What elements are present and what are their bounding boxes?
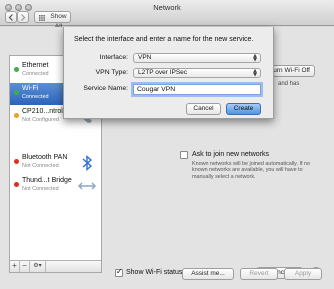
revert-button[interactable]: Revert [240, 268, 278, 280]
forward-button[interactable] [17, 11, 29, 23]
service-status: Connected [22, 71, 49, 77]
service-name-field[interactable]: Cougar VPN [133, 84, 261, 95]
ask-to-join-note: Known networks will be joined automatica… [192, 161, 310, 180]
vpn-type-popup[interactable]: L2TP over IPSec ▲ ▼ [133, 68, 261, 78]
ethernet-arrows-icon [78, 182, 96, 190]
apply-button[interactable]: Apply [284, 268, 322, 280]
show-all-button[interactable]: Show All [34, 11, 71, 30]
grid-icon [39, 13, 45, 21]
service-status: Not Connected [22, 186, 59, 192]
ask-to-join-checkbox[interactable] [180, 151, 188, 159]
service-thunderbolt-bridge[interactable]: Thund...t Bridge Not Connected [10, 175, 101, 197]
back-button[interactable] [5, 11, 17, 23]
updown-arrows-icon: ▲ ▼ [253, 68, 257, 78]
status-dot [14, 113, 19, 118]
service-name: Ethernet [22, 62, 49, 69]
service-name: Wi-Fi [22, 85, 39, 92]
status-dot [14, 182, 19, 187]
status-dot [14, 159, 19, 164]
service-bluetooth-pan[interactable]: Bluetooth PAN Not Connected [10, 152, 101, 174]
show-wifi-status-checkbox[interactable] [115, 267, 123, 277]
interface-label: Interface: [99, 54, 128, 61]
service-status: Not Configured [22, 117, 59, 123]
bluetooth-icon [82, 154, 93, 172]
new-service-sheet: Select the interface and enter a name fo… [63, 27, 274, 119]
service-name-label: Service Name: [83, 85, 128, 92]
service-name: Bluetooth PAN [22, 154, 68, 161]
sheet-instructions: Select the interface and enter a name fo… [74, 36, 254, 43]
title-bar: Network Show All [0, 0, 334, 30]
interface-popup[interactable]: VPN ▲ ▼ [133, 53, 261, 63]
service-status: Not Connected [22, 163, 59, 169]
updown-arrows-icon: ▲ ▼ [253, 53, 257, 63]
service-list-toolbar: + − ⚙▾ [10, 260, 101, 272]
vpn-type-value: L2TP over IPSec [138, 69, 188, 76]
service-status: Connected [22, 94, 49, 100]
status-dot [14, 90, 19, 95]
add-service-button[interactable]: + [10, 261, 20, 272]
has-text: and has [278, 81, 300, 87]
interface-value: VPN [138, 54, 152, 61]
status-dot [14, 67, 19, 72]
ask-to-join-label: Ask to join new networks [192, 151, 270, 158]
chevron-left-icon [8, 14, 13, 21]
gear-menu-button[interactable]: ⚙▾ [30, 261, 46, 272]
service-name: Thund...t Bridge [22, 177, 72, 184]
assist-me-button[interactable]: Assist me... [182, 268, 234, 280]
service-name: CP210...ntrol [22, 108, 63, 115]
vpn-type-label: VPN Type: [95, 69, 128, 76]
chevron-right-icon [21, 14, 26, 21]
remove-service-button[interactable]: − [20, 261, 30, 272]
cancel-button[interactable]: Cancel [186, 103, 221, 115]
create-button[interactable]: Create [226, 103, 261, 115]
